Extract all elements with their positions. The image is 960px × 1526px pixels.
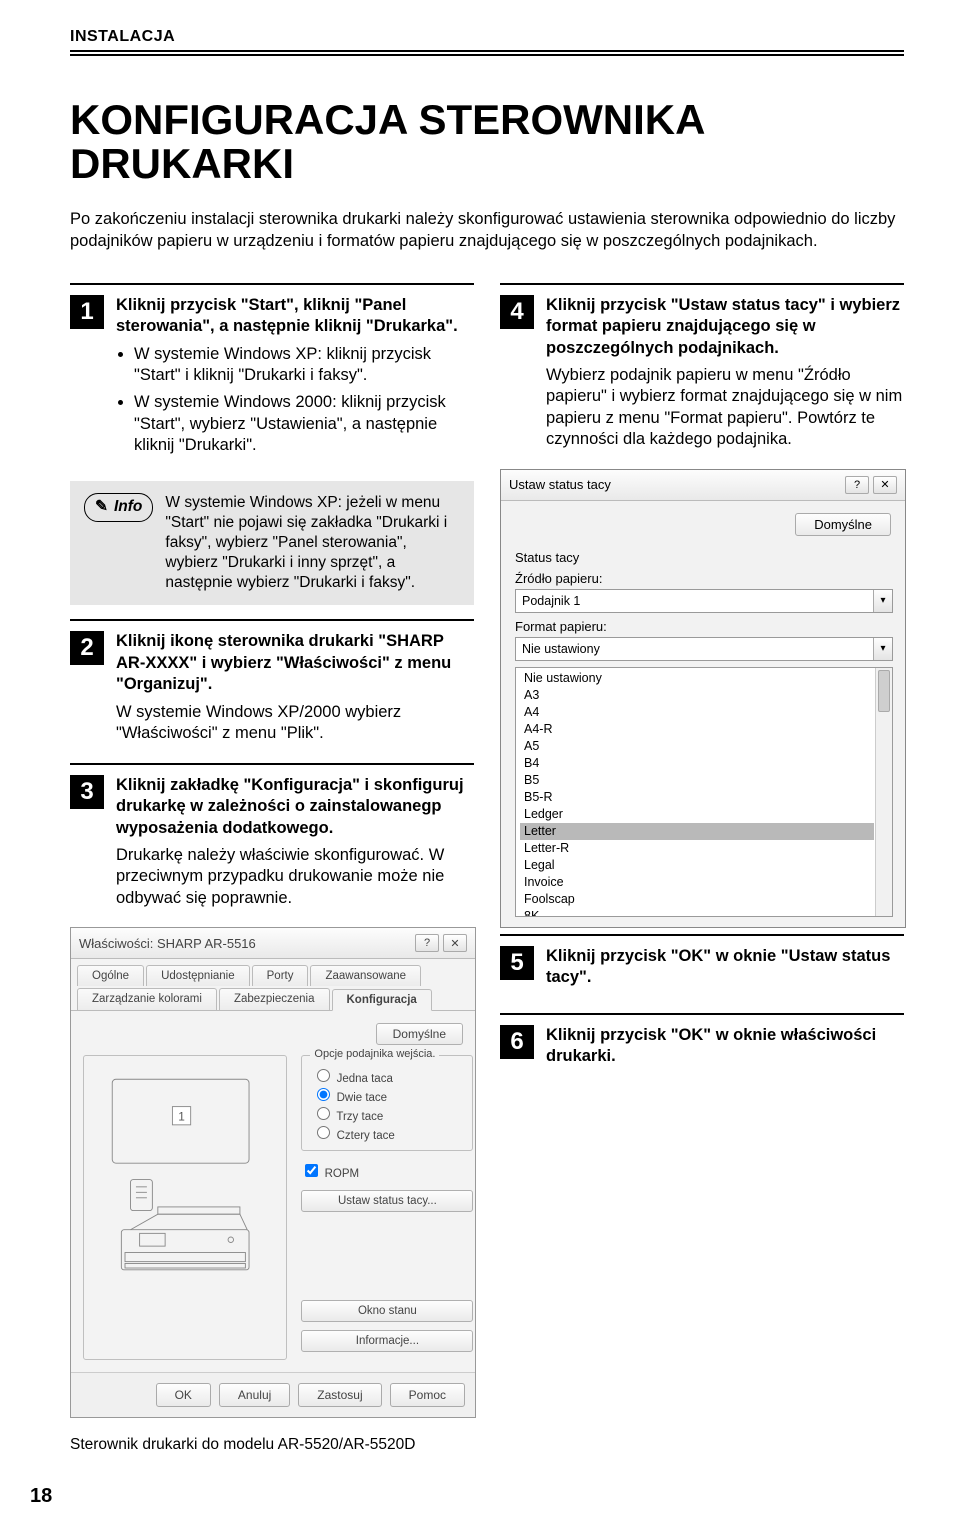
properties-tabs: OgólneUdostępnianiePortyZaawansowane Zar…: [71, 959, 475, 1011]
defaults-button[interactable]: Domyślne: [376, 1023, 463, 1045]
status-window-button[interactable]: Okno stanu: [301, 1300, 473, 1322]
rule-top-a: [70, 50, 904, 52]
format-option[interactable]: Foolscap: [520, 891, 874, 908]
step-number: 3: [70, 775, 104, 809]
ropm-checkbox[interactable]: ROPM: [301, 1168, 359, 1180]
step-2: 2 Kliknij ikonę sterownika drukarki "SHA…: [70, 619, 474, 744]
step-5-title: Kliknij przycisk "OK" w oknie "Ustaw sta…: [546, 946, 904, 989]
page-number: 18: [30, 1485, 52, 1508]
format-option[interactable]: B5: [520, 772, 874, 789]
figure-caption: Sterownik drukarki do modelu AR-5520/AR-…: [70, 1436, 474, 1454]
tab-zarz-dzanie-kolorami[interactable]: Zarządzanie kolorami: [77, 988, 217, 1010]
tab-konfiguracja[interactable]: Konfiguracja: [332, 989, 432, 1011]
step-6-title: Kliknij przycisk "OK" w oknie właściwośc…: [546, 1025, 904, 1068]
tray-options-legend: Opcje podajnika wejścia.: [310, 1048, 439, 1060]
tab-og-lne[interactable]: Ogólne: [77, 965, 144, 986]
info-text: W systemie Windows XP: jeżeli w menu "St…: [165, 493, 460, 594]
pomoc-button[interactable]: Pomoc: [390, 1383, 465, 1407]
info-button[interactable]: Informacje...: [301, 1330, 473, 1352]
properties-title: Właściwości: SHARP AR-5516: [79, 936, 256, 951]
step-number: 6: [500, 1025, 534, 1059]
zastosuj-button[interactable]: Zastosuj: [298, 1383, 381, 1407]
info-label: Info: [114, 497, 142, 517]
step-1: 1 Kliknij przycisk "Start", kliknij "Pan…: [70, 283, 474, 463]
breadcrumb: INSTALACJA: [70, 28, 904, 46]
source-label: Źródło papieru:: [515, 571, 891, 586]
tab-udost-pnianie[interactable]: Udostępnianie: [146, 965, 250, 986]
step-1-bullet-1: W systemie Windows XP: kliknij przycisk …: [134, 344, 474, 387]
tray-options-group: Opcje podajnika wejścia. Jedna taca Dwie…: [301, 1055, 473, 1151]
format-option[interactable]: Letter: [520, 823, 874, 840]
format-option[interactable]: Letter-R: [520, 840, 874, 857]
printer-preview: 1: [83, 1055, 287, 1360]
step-1-bullet-2: W systemie Windows 2000: kliknij przycis…: [134, 392, 474, 456]
step-2-title: Kliknij ikonę sterownika drukarki "SHARP…: [116, 631, 474, 695]
step-3: 3 Kliknij zakładkę "Konfiguracja" i skon…: [70, 763, 474, 910]
chevron-down-icon[interactable]: ▾: [873, 638, 892, 660]
info-box: ✎ Info W systemie Windows XP: jeżeli w m…: [70, 481, 474, 606]
page-title: KONFIGURACJA STEROWNIKA DRUKARKI: [70, 98, 904, 186]
step-3-sub: Drukarkę należy właściwie skonfigurować.…: [116, 845, 474, 909]
rule-top-b: [70, 54, 904, 56]
format-value: Nie ustawiony: [516, 642, 873, 656]
format-option[interactable]: B4: [520, 755, 874, 772]
dialog-footer: OK Anuluj Zastosuj Pomoc: [71, 1372, 475, 1417]
step-2-sub: W systemie Windows XP/2000 wybierz "Właś…: [116, 702, 474, 745]
info-badge: ✎ Info: [84, 493, 153, 522]
step-number: 5: [500, 946, 534, 980]
step-3-title: Kliknij zakładkę "Konfiguracja" i skonfi…: [116, 775, 474, 839]
step-6: 6 Kliknij przycisk "OK" w oknie właściwo…: [500, 1013, 904, 1074]
set-tray-status-button[interactable]: Ustaw status tacy...: [301, 1190, 473, 1212]
tab-zaawansowane[interactable]: Zaawansowane: [310, 965, 421, 986]
format-option[interactable]: Ledger: [520, 806, 874, 823]
close-icon[interactable]: ✕: [873, 476, 897, 494]
source-value: Podajnik 1: [516, 594, 873, 608]
printer-diagram-icon: 1: [94, 1070, 276, 1280]
pencil-icon: ✎: [95, 497, 108, 517]
anuluj-button[interactable]: Anuluj: [219, 1383, 290, 1407]
chevron-down-icon[interactable]: ▾: [873, 590, 892, 612]
format-option[interactable]: A4-R: [520, 721, 874, 738]
tray-radio[interactable]: Dwie tace: [312, 1092, 387, 1104]
intro-paragraph: Po zakończeniu instalacji sterownika dru…: [70, 208, 904, 253]
step-1-title: Kliknij przycisk "Start", kliknij "Panel…: [116, 295, 474, 338]
defaults-button[interactable]: Domyślne: [795, 513, 891, 536]
format-option[interactable]: A3: [520, 687, 874, 704]
format-option[interactable]: Nie ustawiony: [520, 670, 874, 687]
tray-radio[interactable]: Trzy tace: [312, 1111, 383, 1123]
status-label: Status tacy: [515, 550, 891, 565]
step-4-sub: Wybierz podajnik papieru w menu "Źródło …: [546, 365, 904, 451]
scrollbar[interactable]: [875, 668, 892, 916]
format-listbox[interactable]: Nie ustawionyA3A4A4-RA5B4B5B5-RLedgerLet…: [515, 667, 893, 917]
svg-text:1: 1: [178, 1110, 185, 1124]
format-option[interactable]: Legal: [520, 857, 874, 874]
help-icon[interactable]: ?: [415, 934, 439, 952]
tab-zabezpieczenia[interactable]: Zabezpieczenia: [219, 988, 330, 1010]
source-select[interactable]: Podajnik 1 ▾: [515, 589, 893, 613]
tray-dialog-title: Ustaw status tacy: [509, 477, 611, 492]
format-option[interactable]: 8K: [520, 908, 874, 917]
tray-radio[interactable]: Cztery tace: [312, 1130, 394, 1142]
tray-status-dialog: Ustaw status tacy ? ✕ Domyślne Status ta…: [500, 469, 906, 928]
format-option[interactable]: A5: [520, 738, 874, 755]
format-option[interactable]: B5-R: [520, 789, 874, 806]
format-option[interactable]: Invoice: [520, 874, 874, 891]
step-number: 1: [70, 295, 104, 329]
step-number: 2: [70, 631, 104, 665]
help-icon[interactable]: ?: [845, 476, 869, 494]
step-4-title: Kliknij przycisk "Ustaw status tacy" i w…: [546, 295, 904, 359]
close-icon[interactable]: ✕: [443, 934, 467, 952]
tab-porty[interactable]: Porty: [252, 965, 309, 986]
step-5: 5 Kliknij przycisk "OK" w oknie "Ustaw s…: [500, 934, 904, 995]
tray-radio[interactable]: Jedna taca: [312, 1073, 392, 1085]
step-4: 4 Kliknij przycisk "Ustaw status tacy" i…: [500, 283, 904, 451]
format-label: Format papieru:: [515, 619, 891, 634]
ok-button[interactable]: OK: [156, 1383, 211, 1407]
step-number: 4: [500, 295, 534, 329]
format-select[interactable]: Nie ustawiony ▾: [515, 637, 893, 661]
properties-dialog: Właściwości: SHARP AR-5516 ? ✕ OgólneUdo…: [70, 927, 476, 1418]
format-option[interactable]: A4: [520, 704, 874, 721]
